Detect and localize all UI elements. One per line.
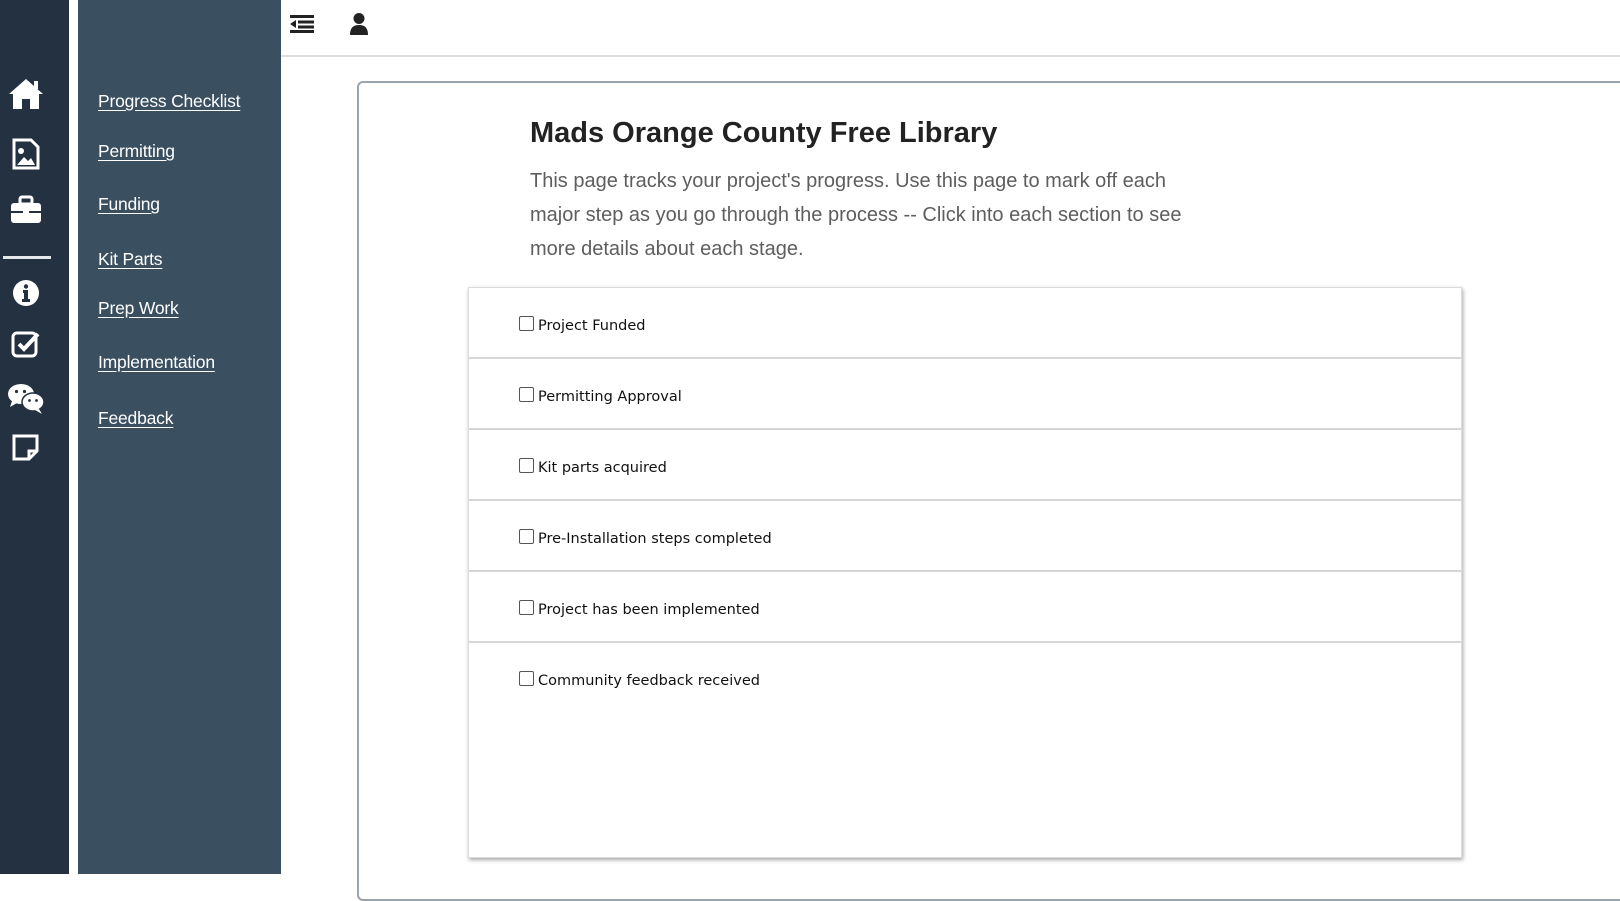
checklist-item-label: Permitting Approval [538,389,682,405]
sidebar-item-implementation[interactable]: Implementation [98,352,215,373]
checklist-item-label: Project Funded [538,318,646,334]
icon-rail [0,0,69,874]
sidebar-item-progress-checklist[interactable]: Progress Checklist [98,91,240,112]
rail-divider [3,256,51,259]
checkbox[interactable] [519,315,534,331]
checkbox-icon[interactable] [0,324,52,364]
sidebar-item-prep-work[interactable]: Prep Work [98,298,179,319]
checklist-row: Project has been implemented [469,572,1461,643]
page-description: This page tracks your project's progress… [530,170,1182,260]
checkbox[interactable] [519,528,534,544]
checklist-item-label: Project has been implemented [538,602,760,618]
home-icon[interactable] [0,74,52,114]
checklist-row: Permitting Approval [469,359,1461,430]
checklist-item-permitting-approval[interactable]: Permitting Approval [519,386,682,405]
checklist-row: Kit parts acquired [469,430,1461,501]
checklist-item-kit-parts-acquired[interactable]: Kit parts acquired [519,457,667,476]
sticky-note-icon[interactable] [0,428,52,468]
checklist-item-project-implemented[interactable]: Project has been implemented [519,599,760,618]
checklist-row: Pre-Installation steps completed [469,501,1461,572]
checklist-row: Community feedback received [469,643,1461,714]
chat-bubbles-icon[interactable] [0,378,52,418]
checklist-item-project-funded[interactable]: Project Funded [519,315,646,334]
checkbox[interactable] [519,386,534,402]
progress-checklist: Project Funded Permitting Approval Kit p… [468,287,1462,858]
user-icon[interactable] [344,10,374,38]
sidebar-nav: Progress Checklist Permitting Funding Ki… [78,0,281,874]
checklist-item-pre-installation[interactable]: Pre-Installation steps completed [519,528,772,547]
sidebar-item-kit-parts[interactable]: Kit Parts [98,249,163,270]
image-file-icon[interactable] [0,134,52,174]
checklist-item-label: Pre-Installation steps completed [538,531,772,547]
sidebar-item-funding[interactable]: Funding [98,194,160,215]
rail-gap [69,0,78,874]
checklist-row: Project Funded [469,288,1461,359]
checklist-item-label: Community feedback received [538,673,760,689]
info-icon[interactable] [0,273,52,313]
checkbox[interactable] [519,670,534,686]
checklist-item-community-feedback[interactable]: Community feedback received [519,670,760,689]
sidebar-item-feedback[interactable]: Feedback [98,408,173,429]
checklist-item-label: Kit parts acquired [538,460,667,476]
page-title: Mads Orange County Free Library [530,117,998,149]
checkbox[interactable] [519,599,534,615]
menu-collapse-icon[interactable] [287,10,317,38]
briefcase-icon[interactable] [0,190,52,230]
top-bar [281,0,1620,57]
sidebar-item-permitting[interactable]: Permitting [98,141,175,162]
checkbox[interactable] [519,457,534,473]
